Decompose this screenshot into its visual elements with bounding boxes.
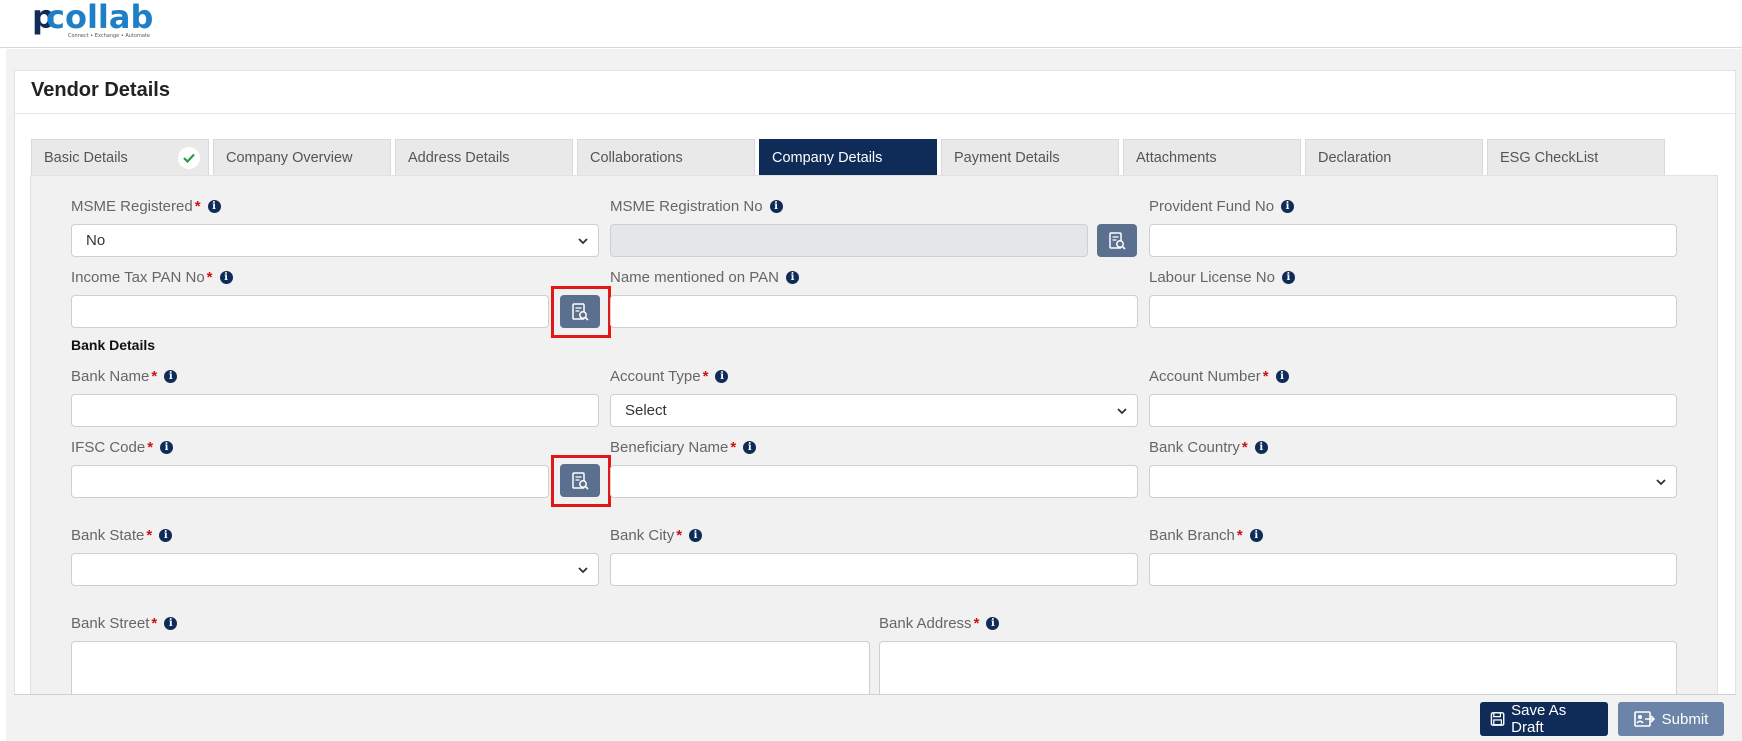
top-bar: p collab Connect • Exchange • Automate bbox=[0, 0, 1742, 48]
tab-declaration[interactable]: Declaration bbox=[1305, 139, 1483, 176]
floppy-disk-icon bbox=[1490, 712, 1505, 726]
info-icon: i bbox=[164, 617, 178, 630]
labour-license-no-label: Labour License No i bbox=[1149, 269, 1295, 286]
chevron-down-icon bbox=[1656, 479, 1666, 486]
page-title: Vendor Details bbox=[31, 79, 170, 101]
info-icon: i bbox=[785, 271, 799, 284]
info-icon: i bbox=[1281, 200, 1295, 213]
info-icon: i bbox=[160, 441, 174, 454]
bank-branch-label: Bank Branch * i bbox=[1149, 527, 1263, 544]
bank-city-field[interactable] bbox=[610, 553, 1138, 586]
msme-registration-no-field bbox=[610, 224, 1088, 257]
income-tax-pan-field[interactable] bbox=[71, 295, 549, 328]
tab-company-overview[interactable]: Company Overview bbox=[213, 139, 391, 176]
msme-registration-no-label: MSME Registration No i bbox=[610, 198, 783, 215]
submit-button[interactable]: Submit bbox=[1618, 702, 1724, 736]
document-search-icon bbox=[572, 302, 589, 321]
info-icon: i bbox=[207, 200, 221, 213]
bank-branch-field[interactable] bbox=[1149, 553, 1677, 586]
name-on-pan-field[interactable] bbox=[610, 295, 1138, 328]
bank-name-label: Bank Name * i bbox=[71, 368, 178, 385]
provident-fund-no-label: Provident Fund No i bbox=[1149, 198, 1295, 215]
tab-basic-details[interactable]: Basic Details bbox=[31, 139, 209, 176]
info-icon: i bbox=[1275, 370, 1289, 383]
app-logo[interactable]: p collab Connect • Exchange • Automate bbox=[32, 0, 182, 44]
account-type-select[interactable]: Select bbox=[610, 394, 1138, 427]
labour-license-no-field[interactable] bbox=[1149, 295, 1677, 328]
income-tax-pan-label: Income Tax PAN No * i bbox=[71, 269, 233, 286]
bank-country-select[interactable] bbox=[1149, 465, 1677, 498]
tab-esg-checklist[interactable]: ESG CheckList bbox=[1487, 139, 1665, 176]
bank-details-heading: Bank Details bbox=[71, 337, 156, 353]
info-icon: i bbox=[159, 529, 173, 542]
bank-address-label: Bank Address * i bbox=[879, 615, 1000, 632]
logo-tagline: Connect • Exchange • Automate bbox=[68, 33, 150, 39]
bank-state-label: Bank State * i bbox=[71, 527, 173, 544]
info-icon: i bbox=[1281, 271, 1295, 284]
tab-company-details[interactable]: Company Details bbox=[759, 139, 937, 176]
tab-address-details[interactable]: Address Details bbox=[395, 139, 573, 176]
bank-street-label: Bank Street * i bbox=[71, 615, 178, 632]
tab-attachments[interactable]: Attachments bbox=[1123, 139, 1301, 176]
account-number-label: Account Number * i bbox=[1149, 368, 1289, 385]
ifsc-lookup-button[interactable] bbox=[560, 464, 600, 497]
msme-registered-select[interactable]: No bbox=[71, 224, 599, 257]
account-number-field[interactable] bbox=[1149, 394, 1677, 427]
provident-fund-no-field[interactable] bbox=[1149, 224, 1677, 257]
title-divider bbox=[15, 113, 1735, 114]
info-icon: i bbox=[1249, 529, 1263, 542]
pan-lookup-button[interactable] bbox=[560, 295, 600, 328]
bank-country-label: Bank Country * i bbox=[1149, 439, 1268, 456]
bank-city-label: Bank City * i bbox=[610, 527, 703, 544]
info-icon: i bbox=[743, 441, 757, 454]
ifsc-code-field[interactable] bbox=[71, 465, 549, 498]
beneficiary-name-label: Beneficiary Name * i bbox=[610, 439, 757, 456]
logo-text: collab bbox=[46, 0, 153, 36]
footer-bar: Save As Draft Submit bbox=[14, 694, 1736, 741]
document-search-icon bbox=[1109, 231, 1126, 250]
save-as-draft-button[interactable]: Save As Draft bbox=[1480, 702, 1608, 736]
msme-lookup-button[interactable] bbox=[1097, 224, 1137, 257]
bank-name-field[interactable] bbox=[71, 394, 599, 427]
chevron-down-icon bbox=[1117, 408, 1127, 415]
info-icon: i bbox=[769, 200, 783, 213]
info-icon: i bbox=[219, 271, 233, 284]
bank-street-textarea[interactable] bbox=[71, 641, 870, 701]
tab-payment-details[interactable]: Payment Details bbox=[941, 139, 1119, 176]
bank-state-select[interactable] bbox=[71, 553, 599, 586]
bank-address-textarea[interactable] bbox=[879, 641, 1677, 701]
info-icon: i bbox=[986, 617, 1000, 630]
name-on-pan-label: Name mentioned on PAN i bbox=[610, 269, 799, 286]
info-icon: i bbox=[164, 370, 178, 383]
chevron-down-icon bbox=[578, 238, 588, 245]
check-circle-icon bbox=[178, 147, 200, 169]
info-icon: i bbox=[1254, 441, 1268, 454]
info-icon: i bbox=[715, 370, 729, 383]
document-search-icon bbox=[572, 471, 589, 490]
info-icon: i bbox=[689, 529, 703, 542]
tab-collaborations[interactable]: Collaborations bbox=[577, 139, 755, 176]
submit-icon bbox=[1633, 711, 1655, 727]
ifsc-code-label: IFSC Code * i bbox=[71, 439, 174, 456]
account-type-label: Account Type * i bbox=[610, 368, 729, 385]
beneficiary-name-field[interactable] bbox=[610, 465, 1138, 498]
chevron-down-icon bbox=[578, 567, 588, 574]
msme-registered-label: MSME Registered * i bbox=[71, 198, 221, 215]
